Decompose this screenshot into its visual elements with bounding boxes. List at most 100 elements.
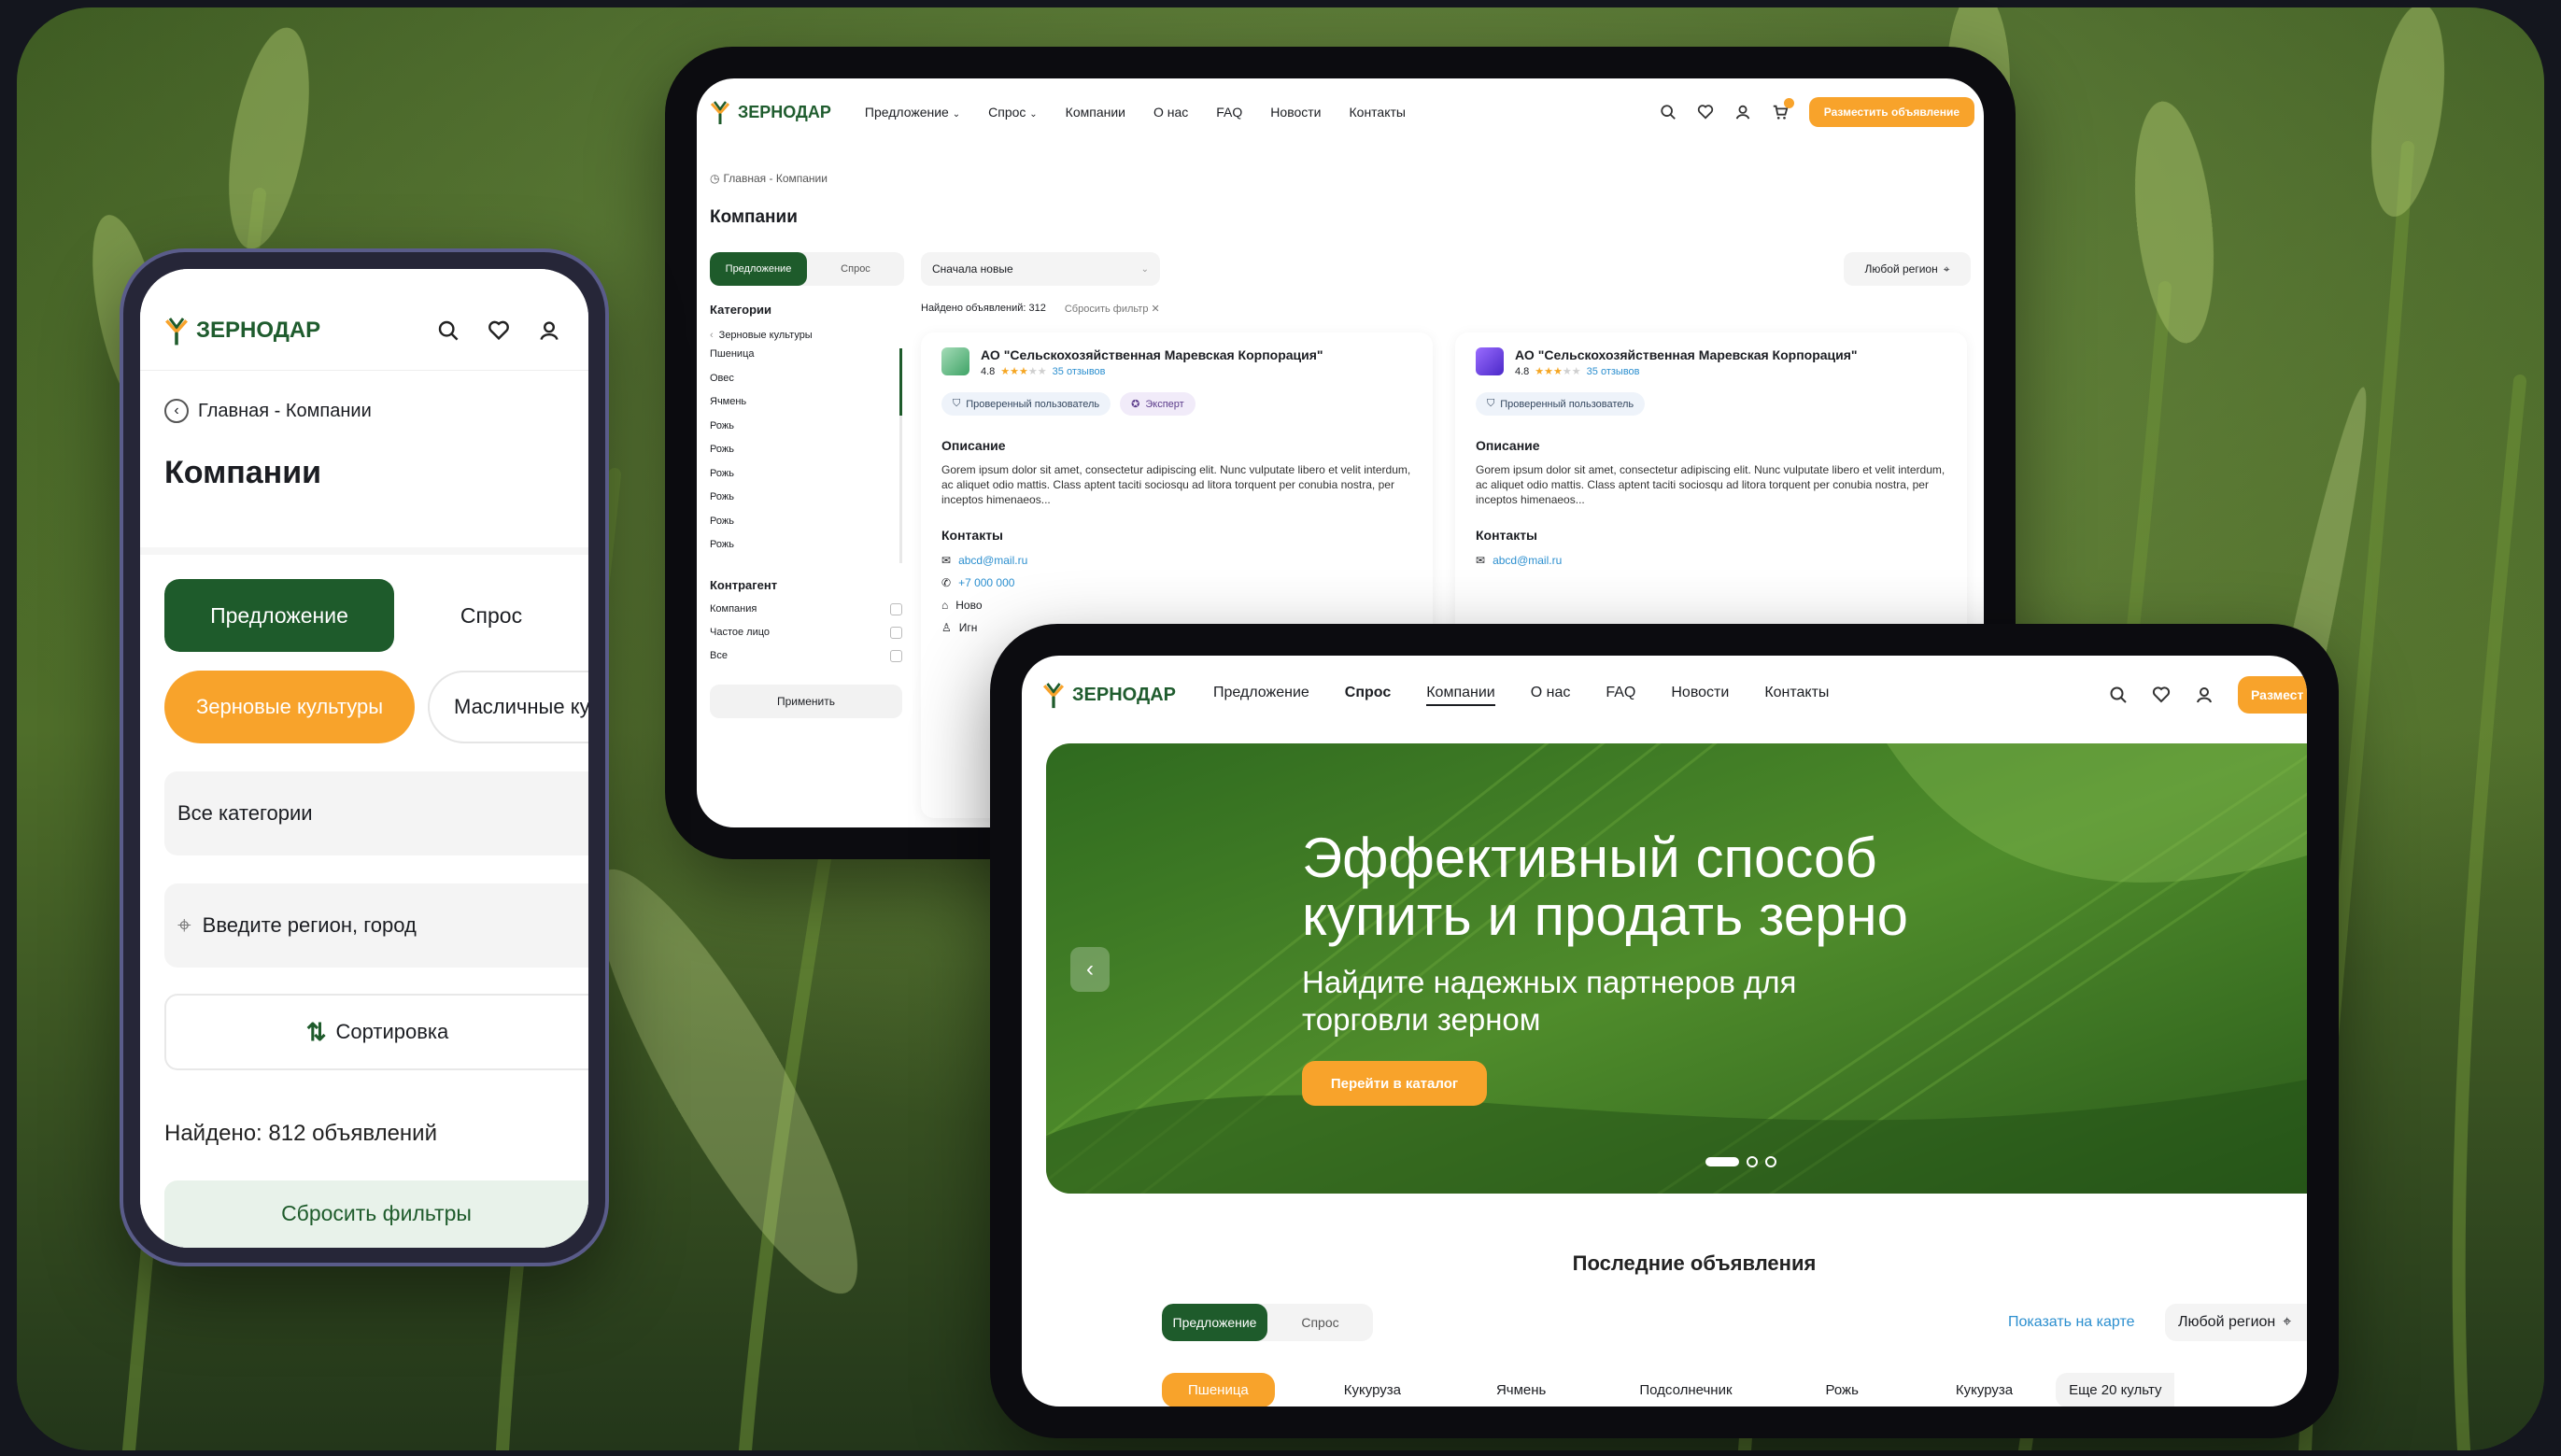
building-icon: ⌂ [941,599,949,612]
cart-icon[interactable] [1772,98,1794,120]
category-item[interactable]: Пшеница [710,348,896,373]
nav-news[interactable]: Новости [1671,685,1729,706]
phone-breadcrumb[interactable]: ‹ Главная - Компании [164,399,372,423]
tab-demand[interactable]: Спрос [1267,1304,1373,1341]
heart-icon[interactable] [1697,104,1714,120]
email-link[interactable]: abcd@mail.ru [1493,554,1562,567]
sort-select[interactable]: Сначала новые ⌄ [921,252,1160,286]
back-arrow-icon[interactable]: ‹ [164,399,189,423]
crop-chip-active[interactable]: Пшеница [1162,1372,1275,1407]
phone-logo[interactable]: ЗЕРНОДАР [164,315,320,346]
tablet-nav-demand[interactable]: Спрос ⌄ [988,105,1038,120]
region-select[interactable]: Любой регион ⌖ [2165,1304,2307,1341]
nav-offer[interactable]: Предложение [1213,685,1309,706]
crop-chip[interactable]: Подсолнечник [1639,1382,1732,1398]
category-item[interactable]: Овес [710,373,896,397]
heart-icon[interactable] [2152,686,2171,704]
search-icon[interactable] [437,319,460,342]
tab-offer[interactable]: Предложение [1162,1304,1267,1341]
heart-icon[interactable] [488,319,510,342]
tab-demand[interactable]: Спрос [394,579,588,652]
tab-demand[interactable]: Спрос [807,252,904,286]
crop-chip[interactable]: Кукуруза [1344,1382,1401,1398]
slide-dot-active[interactable] [1705,1157,1739,1166]
region-select-value: Любой регион [2178,1314,2276,1330]
star-icon: ★ [1010,366,1020,377]
post-ad-button[interactable]: Разместить объявление [1808,97,1974,127]
latest-offer-demand-toggle: Предложение Спрос [1162,1304,1373,1341]
checkbox[interactable] [890,602,902,615]
rating-value: 4.8 [981,365,996,377]
category-item[interactable]: Ячмень [710,396,896,420]
nav-contacts[interactable]: Контакты [1764,685,1829,706]
crop-chip[interactable]: Ячмень [1496,1382,1546,1398]
checkbox[interactable] [890,626,902,639]
reset-filter-link[interactable]: Сбросить фильтр ✕ [1065,303,1160,315]
reviews-link[interactable]: 35 отзывов [1053,366,1106,377]
crop-chip[interactable]: Рожь [1826,1382,1859,1398]
search-icon[interactable] [2109,686,2128,704]
tablet-logo[interactable]: ЗЕРНОДАР [710,100,831,124]
chip-grain-active[interactable]: Зерновые культуры [164,671,415,743]
category-item[interactable]: Рожь [710,468,896,492]
tab-offer[interactable]: Предложение [710,252,807,286]
nav-companies[interactable]: Компании [1426,685,1495,706]
rating-stars: ★★★★★ [1535,365,1580,377]
category-item[interactable]: Рожь [710,539,896,563]
post-ad-button[interactable]: Размест [2238,676,2307,714]
tablet-nav-about[interactable]: О нас [1153,105,1188,120]
sort-button[interactable]: ⇅ Сортировка [164,994,588,1070]
star-icon: ★ [1027,366,1038,377]
slide-dot[interactable] [1747,1156,1758,1167]
category-parent[interactable]: ‹ Зерновые культуры [710,330,902,341]
category-item[interactable]: Рожь [710,444,896,468]
category-item[interactable]: Рожь [710,420,896,445]
phone-link[interactable]: +7 000 000 [958,576,1014,589]
tablet-nav-news[interactable]: Новости [1270,105,1321,120]
tablet-nav-offer[interactable]: Предложение ⌄ [865,105,960,120]
checkbox[interactable] [890,649,902,662]
nav-about[interactable]: О нас [1531,685,1571,706]
description-heading: Описание [1476,438,1540,453]
tab-offer[interactable]: Предложение [164,579,394,652]
search-icon[interactable] [1660,104,1677,120]
hero-prev-button[interactable]: ‹ [1070,947,1110,992]
region-input[interactable]: ⌖ Введите регион, город [164,883,588,968]
counterparty-option[interactable]: Компания [710,602,902,627]
region-select[interactable]: Любой регион ⌖ [1844,252,1971,286]
reviews-link[interactable]: 35 отзывов [1587,366,1640,377]
show-on-map-link[interactable]: Показать на карте [2008,1314,2134,1331]
category-select[interactable]: Все категории [164,771,588,855]
nav-demand[interactable]: Спрос [1345,685,1391,706]
chevron-down-icon: ⌄ [1140,263,1149,275]
counterparty-option[interactable]: Все [710,649,902,673]
chip-oilseed[interactable]: Масличные ку [428,671,588,743]
company-name[interactable]: АО "Сельскохозяйственная Маревская Корпо… [981,347,1323,362]
description-text: Gorem ipsum dolor sit amet, consectetur … [1476,463,1946,506]
reset-filters-button[interactable]: Сбросить фильтры [164,1180,588,1248]
email-link[interactable]: abcd@mail.ru [958,554,1027,567]
user-icon[interactable] [538,319,560,342]
tablet-nav-contacts[interactable]: Контакты [1350,105,1406,120]
slide-dot[interactable] [1765,1156,1776,1167]
tablet-nav-faq[interactable]: FAQ [1216,105,1242,120]
company-name[interactable]: АО "Сельскохозяйственная Маревская Корпо… [1515,347,1858,362]
star-icon: ★ [1019,366,1028,377]
user-icon[interactable] [1734,104,1751,120]
more-crops-chip[interactable]: Еще 20 культу [2056,1372,2175,1407]
nav-faq[interactable]: FAQ [1606,685,1635,706]
phone-title-block: ‹ Главная - Компании Компании [140,370,588,547]
back-arrow-icon[interactable]: ◷ [710,172,719,185]
apply-button[interactable]: Применить [710,684,902,718]
sort-label: Сортировка [335,1020,449,1043]
landscape-logo[interactable]: ЗЕРНОДАР [1042,681,1176,709]
category-item[interactable]: Рожь [710,491,896,516]
counterparty-option[interactable]: Частое лицо [710,626,902,650]
rating-value: 4.8 [1515,365,1530,377]
tablet-nav-companies[interactable]: Компании [1066,105,1125,120]
category-item[interactable]: Рожь [710,516,896,540]
chevron-down-icon: ⌄ [952,109,961,120]
user-icon[interactable] [2195,686,2214,704]
crop-chip[interactable]: Кукуруза [1956,1382,2013,1398]
catalog-button[interactable]: Перейти в каталог [1302,1061,1487,1106]
